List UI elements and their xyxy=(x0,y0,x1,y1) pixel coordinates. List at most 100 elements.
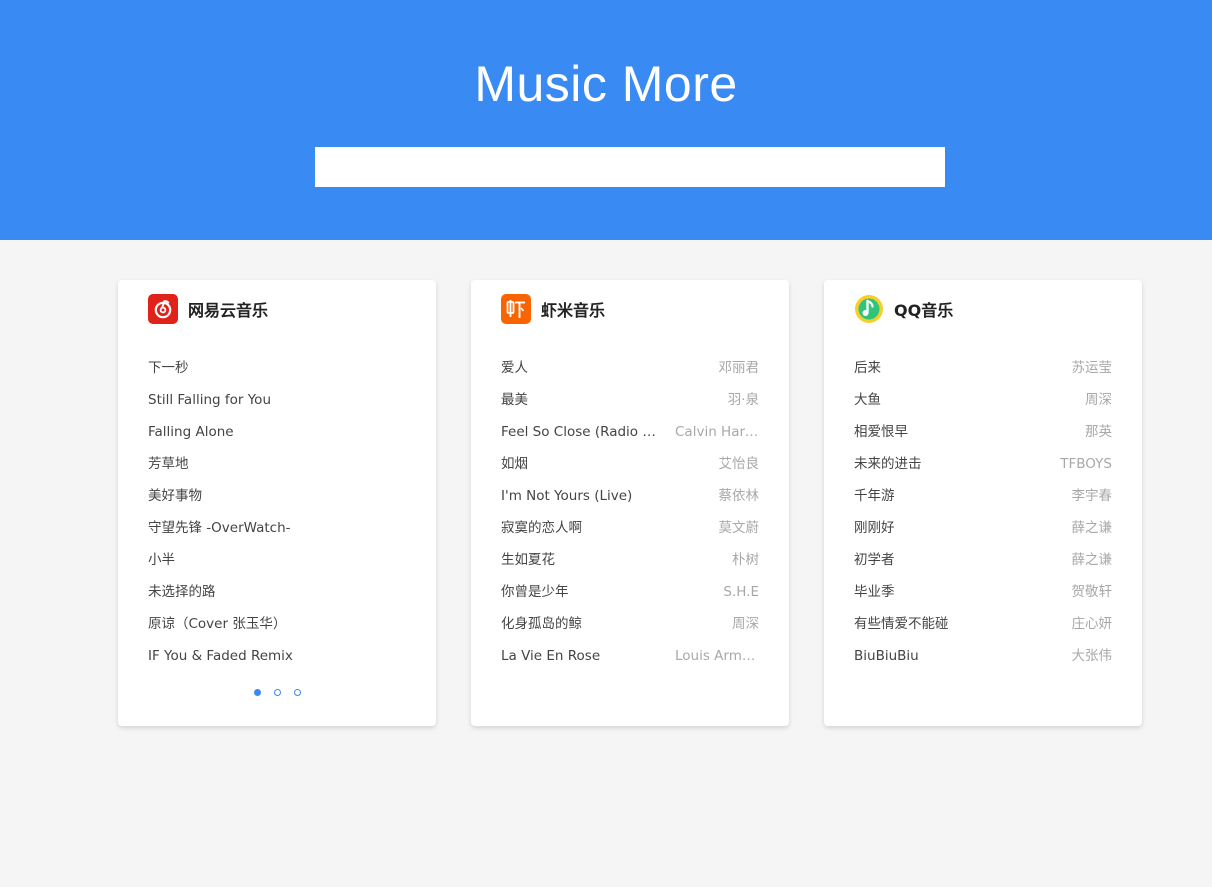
song-item[interactable]: 化身孤岛的鲸 周深 xyxy=(501,608,759,640)
song-title: I'm Not Yours (Live) xyxy=(501,488,633,504)
song-title: 美好事物 xyxy=(148,488,202,504)
song-artist: 艾怡良 xyxy=(718,456,760,472)
song-artist: TFBOYS xyxy=(1060,456,1112,472)
song-artist: 羽·泉 xyxy=(727,392,759,408)
song-title: 小半 xyxy=(148,552,175,568)
card-title: QQ音乐 xyxy=(894,301,954,320)
page-dot-2[interactable] xyxy=(273,689,281,696)
song-artist: 苏运莹 xyxy=(1071,360,1113,376)
song-title: 未选择的路 xyxy=(148,584,216,600)
song-title: 千年游 xyxy=(854,488,895,504)
song-item[interactable]: IF You & Faded Remix xyxy=(148,640,406,672)
song-item[interactable]: 毕业季 贺敬轩 xyxy=(854,576,1112,608)
card-netease-music: 网易云音乐 下一秒 Still Falling for You Falling … xyxy=(118,280,436,726)
song-title: 爱人 xyxy=(501,360,528,376)
song-title: La Vie En Rose xyxy=(501,648,601,664)
song-artist: 周深 xyxy=(1085,392,1112,408)
app-title: Music More xyxy=(474,56,738,112)
song-title: 守望先锋 -OverWatch- xyxy=(148,520,291,536)
song-artist: Calvin Harris xyxy=(675,424,759,440)
song-artist: 蔡依林 xyxy=(718,488,760,504)
song-title: 未来的进击 xyxy=(854,456,922,472)
song-item[interactable]: 生如夏花 朴树 xyxy=(501,544,759,576)
song-title: Feel So Close (Radio Edit) xyxy=(501,424,659,440)
song-artist: 大张伟 xyxy=(1071,648,1113,664)
song-item[interactable]: La Vie En Rose Louis Armstrong xyxy=(501,640,759,672)
song-artist: 薛之谦 xyxy=(1071,520,1113,536)
song-title: 生如夏花 xyxy=(501,552,555,568)
song-artist: Louis Armstrong xyxy=(675,648,759,664)
song-item[interactable]: 未来的进击 TFBOYS xyxy=(854,448,1112,480)
song-item[interactable]: Feel So Close (Radio Edit) Calvin Harris xyxy=(501,416,759,448)
song-title: 最美 xyxy=(501,392,528,408)
song-artist: 邓丽君 xyxy=(718,360,760,376)
song-artist: 周深 xyxy=(732,616,759,632)
song-item[interactable]: 寂寞的恋人啊 莫文蔚 xyxy=(501,512,759,544)
song-item[interactable]: 守望先锋 -OverWatch- xyxy=(148,512,406,544)
song-item[interactable]: 最美 羽·泉 xyxy=(501,384,759,416)
song-artist: 庄心妍 xyxy=(1071,616,1113,632)
song-item[interactable]: 千年游 李宇春 xyxy=(854,480,1112,512)
card-header: 虾米音乐 xyxy=(501,294,605,324)
song-item[interactable]: 相爱恨早 那英 xyxy=(854,416,1112,448)
song-item[interactable]: 原谅（Cover 张玉华） xyxy=(148,608,406,640)
song-item[interactable]: 初学者 薛之谦 xyxy=(854,544,1112,576)
pagination-dots xyxy=(118,689,436,698)
song-list: 下一秒 Still Falling for You Falling Alone … xyxy=(148,352,406,672)
song-title: 初学者 xyxy=(854,552,895,568)
song-item[interactable]: 未选择的路 xyxy=(148,576,406,608)
song-title: IF You & Faded Remix xyxy=(148,648,293,664)
song-title: 你曾是少年 xyxy=(501,584,569,600)
song-artist: S.H.E xyxy=(723,584,759,600)
card-header: QQ音乐 xyxy=(854,294,953,324)
song-artist: 薛之谦 xyxy=(1071,552,1113,568)
search-input[interactable] xyxy=(315,147,945,187)
song-item[interactable]: 你曾是少年 S.H.E xyxy=(501,576,759,608)
card-xiami-music: 虾米音乐 爱人 邓丽君 最美 羽·泉 Feel So Close (Radio Ed… xyxy=(471,280,789,726)
page-dot-1[interactable] xyxy=(253,689,261,696)
song-item[interactable]: 爱人 邓丽君 xyxy=(501,352,759,384)
page-dot-3[interactable] xyxy=(293,689,301,696)
song-title: 化身孤岛的鲸 xyxy=(501,616,582,632)
card-title: 虾米音乐 xyxy=(541,301,606,320)
song-title: 毕业季 xyxy=(854,584,895,600)
song-item[interactable]: BiuBiuBiu 大张伟 xyxy=(854,640,1112,672)
song-item[interactable]: 大鱼 周深 xyxy=(854,384,1112,416)
song-list: 爱人 邓丽君 最美 羽·泉 Feel So Close (Radio Edit) Ca… xyxy=(501,352,759,672)
song-title: Falling Alone xyxy=(148,424,234,440)
song-artist: 朴树 xyxy=(732,552,759,568)
song-item[interactable]: 刚刚好 薛之谦 xyxy=(854,512,1112,544)
song-item[interactable]: 美好事物 xyxy=(148,480,406,512)
song-title: BiuBiuBiu xyxy=(854,648,919,664)
song-item[interactable]: Still Falling for You xyxy=(148,384,406,416)
song-item[interactable]: 芳草地 xyxy=(148,448,406,480)
netease-cloud-music-icon xyxy=(148,294,178,324)
song-item[interactable]: 如烟 艾怡良 xyxy=(501,448,759,480)
song-item[interactable]: 后来 苏运莹 xyxy=(854,352,1112,384)
song-artist: 莫文蔚 xyxy=(718,520,760,536)
song-title: 原谅（Cover 张玉华） xyxy=(148,616,287,632)
song-title: 芳草地 xyxy=(148,456,189,472)
song-title: 相爱恨早 xyxy=(854,424,908,440)
song-title: 刚刚好 xyxy=(854,520,895,536)
card-title: 网易云音乐 xyxy=(188,301,269,320)
song-title: 有些情爱不能碰 xyxy=(854,616,949,632)
song-item[interactable]: 小半 xyxy=(148,544,406,576)
song-item[interactable]: 有些情爱不能碰 庄心妍 xyxy=(854,608,1112,640)
song-title: 后来 xyxy=(854,360,881,376)
song-item[interactable]: Falling Alone xyxy=(148,416,406,448)
song-title: 大鱼 xyxy=(854,392,881,408)
qq-music-icon xyxy=(854,294,884,324)
header-banner: Music More xyxy=(0,0,1212,240)
song-list: 后来 苏运莹 大鱼 周深 相爱恨早 那英 未来的进击 TFBOYS 千年游 李宇春 刚刚好… xyxy=(854,352,1112,672)
xiami-music-icon xyxy=(501,294,531,324)
song-title: 如烟 xyxy=(501,456,528,472)
card-header: 网易云音乐 xyxy=(148,294,268,324)
song-title: Still Falling for You xyxy=(148,392,271,408)
card-qq-music: QQ音乐 后来 苏运莹 大鱼 周深 相爱恨早 那英 未来的进击 TFBOYS 千年游 李宇… xyxy=(824,280,1142,726)
song-item[interactable]: I'm Not Yours (Live) 蔡依林 xyxy=(501,480,759,512)
song-artist: 李宇春 xyxy=(1071,488,1113,504)
song-item[interactable]: 下一秒 xyxy=(148,352,406,384)
song-artist: 贺敬轩 xyxy=(1071,584,1113,600)
song-title: 寂寞的恋人啊 xyxy=(501,520,582,536)
